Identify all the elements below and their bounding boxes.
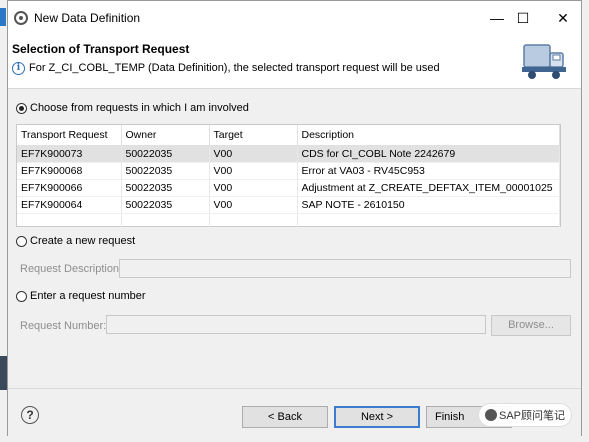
table-header-row: Transport Request Owner Target Descripti… <box>17 125 560 146</box>
background-app-icon <box>0 8 6 26</box>
column-header-owner[interactable]: Owner <box>121 125 210 146</box>
new-data-definition-dialog: New Data Definition — ☐ ✕ Selection of T… <box>7 0 582 437</box>
cell-target: V00 <box>209 162 298 180</box>
cell-transport-request: EF7K900068 <box>17 162 122 180</box>
column-header-transport-request[interactable]: Transport Request <box>17 125 122 146</box>
transport-request-table[interactable]: Transport Request Owner Target Descripti… <box>16 124 561 228</box>
cell-description: Error at VA03 - RV45C953 <box>297 162 560 180</box>
column-header-target[interactable]: Target <box>209 125 298 146</box>
cell-owner: 50022035 <box>121 196 210 214</box>
enter-request-number-radio[interactable] <box>16 290 27 302</box>
cell-transport-request: EF7K900073 <box>17 145 122 163</box>
next-button[interactable]: Next > <box>334 406 420 428</box>
cell-owner: 50022035 <box>121 179 210 197</box>
close-button[interactable]: ✕ <box>549 7 577 29</box>
table-row[interactable]: EF7K900066 50022035 V00 Adjustment at Z_… <box>17 179 560 197</box>
back-button[interactable]: < Back <box>242 406 328 428</box>
browse-button[interactable]: Browse... <box>491 315 571 336</box>
header-message: For Z_CI_COBL_TEMP (Data Definition), th… <box>29 62 440 74</box>
cell-transport-request: EF7K900064 <box>17 196 122 214</box>
choose-requests-radio[interactable] <box>16 102 27 114</box>
cell-target: V00 <box>209 196 298 214</box>
create-request-label: Create a new request <box>30 235 136 247</box>
page-title: Selection of Transport Request <box>12 42 190 56</box>
enter-request-number-option[interactable]: Enter a request number <box>16 290 146 302</box>
truck-icon <box>522 44 566 79</box>
cell-owner: 50022035 <box>121 145 210 163</box>
cell-description: Adjustment at Z_CREATE_DEFTAX_ITEM_00001… <box>297 179 560 197</box>
choose-requests-option[interactable]: Choose from requests in which I am invol… <box>16 102 249 114</box>
request-description-input[interactable] <box>119 259 571 278</box>
title-bar[interactable]: New Data Definition — ☐ ✕ <box>8 1 581 35</box>
request-description-label: Request Description: <box>20 263 123 275</box>
choose-requests-label: Choose from requests in which I am invol… <box>30 102 249 114</box>
wizard-body: Choose from requests in which I am invol… <box>8 90 581 388</box>
eclipse-app-icon <box>14 11 28 25</box>
cell-owner: 50022035 <box>121 162 210 180</box>
background-window-right <box>581 0 589 442</box>
window-title: New Data Definition <box>34 11 141 25</box>
create-request-radio[interactable] <box>16 235 27 247</box>
table-row[interactable]: EF7K900064 50022035 V00 SAP NOTE - 26101… <box>17 196 560 214</box>
wizard-footer: ? < Back Next > Finish SAP顾问笔记 <box>8 388 581 437</box>
cell-description: CDS for CI_COBL Note 2242679 <box>297 145 560 163</box>
column-header-description[interactable]: Description <box>297 125 560 146</box>
watermark-badge: SAP顾问笔记 <box>478 403 573 427</box>
wechat-logo-icon <box>485 409 497 422</box>
maximize-button[interactable]: ☐ <box>509 7 537 29</box>
enter-request-number-label: Enter a request number <box>30 290 146 302</box>
table-empty-row <box>17 213 560 228</box>
cell-target: V00 <box>209 179 298 197</box>
create-request-option[interactable]: Create a new request <box>16 235 135 247</box>
help-icon[interactable]: ? <box>21 406 39 424</box>
request-number-input[interactable] <box>106 315 486 334</box>
watermark-text: SAP顾问笔记 <box>499 410 566 422</box>
table-row[interactable]: EF7K900073 50022035 V00 CDS for CI_COBL … <box>17 145 560 163</box>
request-number-label: Request Number: <box>20 320 107 332</box>
cell-description: SAP NOTE - 2610150 <box>297 196 560 214</box>
info-icon: i <box>12 62 25 75</box>
table-row[interactable]: EF7K900068 50022035 V00 Error at VA03 - … <box>17 162 560 180</box>
wizard-header: Selection of Transport Request i For Z_C… <box>8 35 581 89</box>
cell-transport-request: EF7K900066 <box>17 179 122 197</box>
cell-target: V00 <box>209 145 298 163</box>
minimize-button[interactable]: — <box>483 7 511 29</box>
